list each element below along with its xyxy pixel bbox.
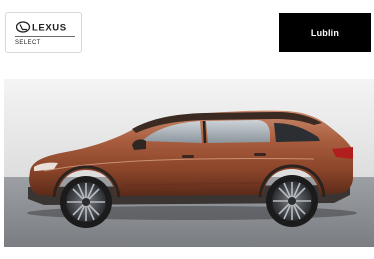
dealer-logo[interactable]: LEXUS SELECT xyxy=(5,12,82,53)
brand-name: LEXUS xyxy=(32,23,67,33)
location-label: Lublin xyxy=(310,27,340,38)
car-photo xyxy=(4,79,374,247)
brand-tagline: SELECT xyxy=(15,40,41,46)
logo-divider xyxy=(15,36,75,37)
location-badge[interactable]: Lublin xyxy=(279,13,371,52)
lexus-logo-icon: LEXUS xyxy=(16,21,67,33)
car-side-photo xyxy=(4,79,374,247)
